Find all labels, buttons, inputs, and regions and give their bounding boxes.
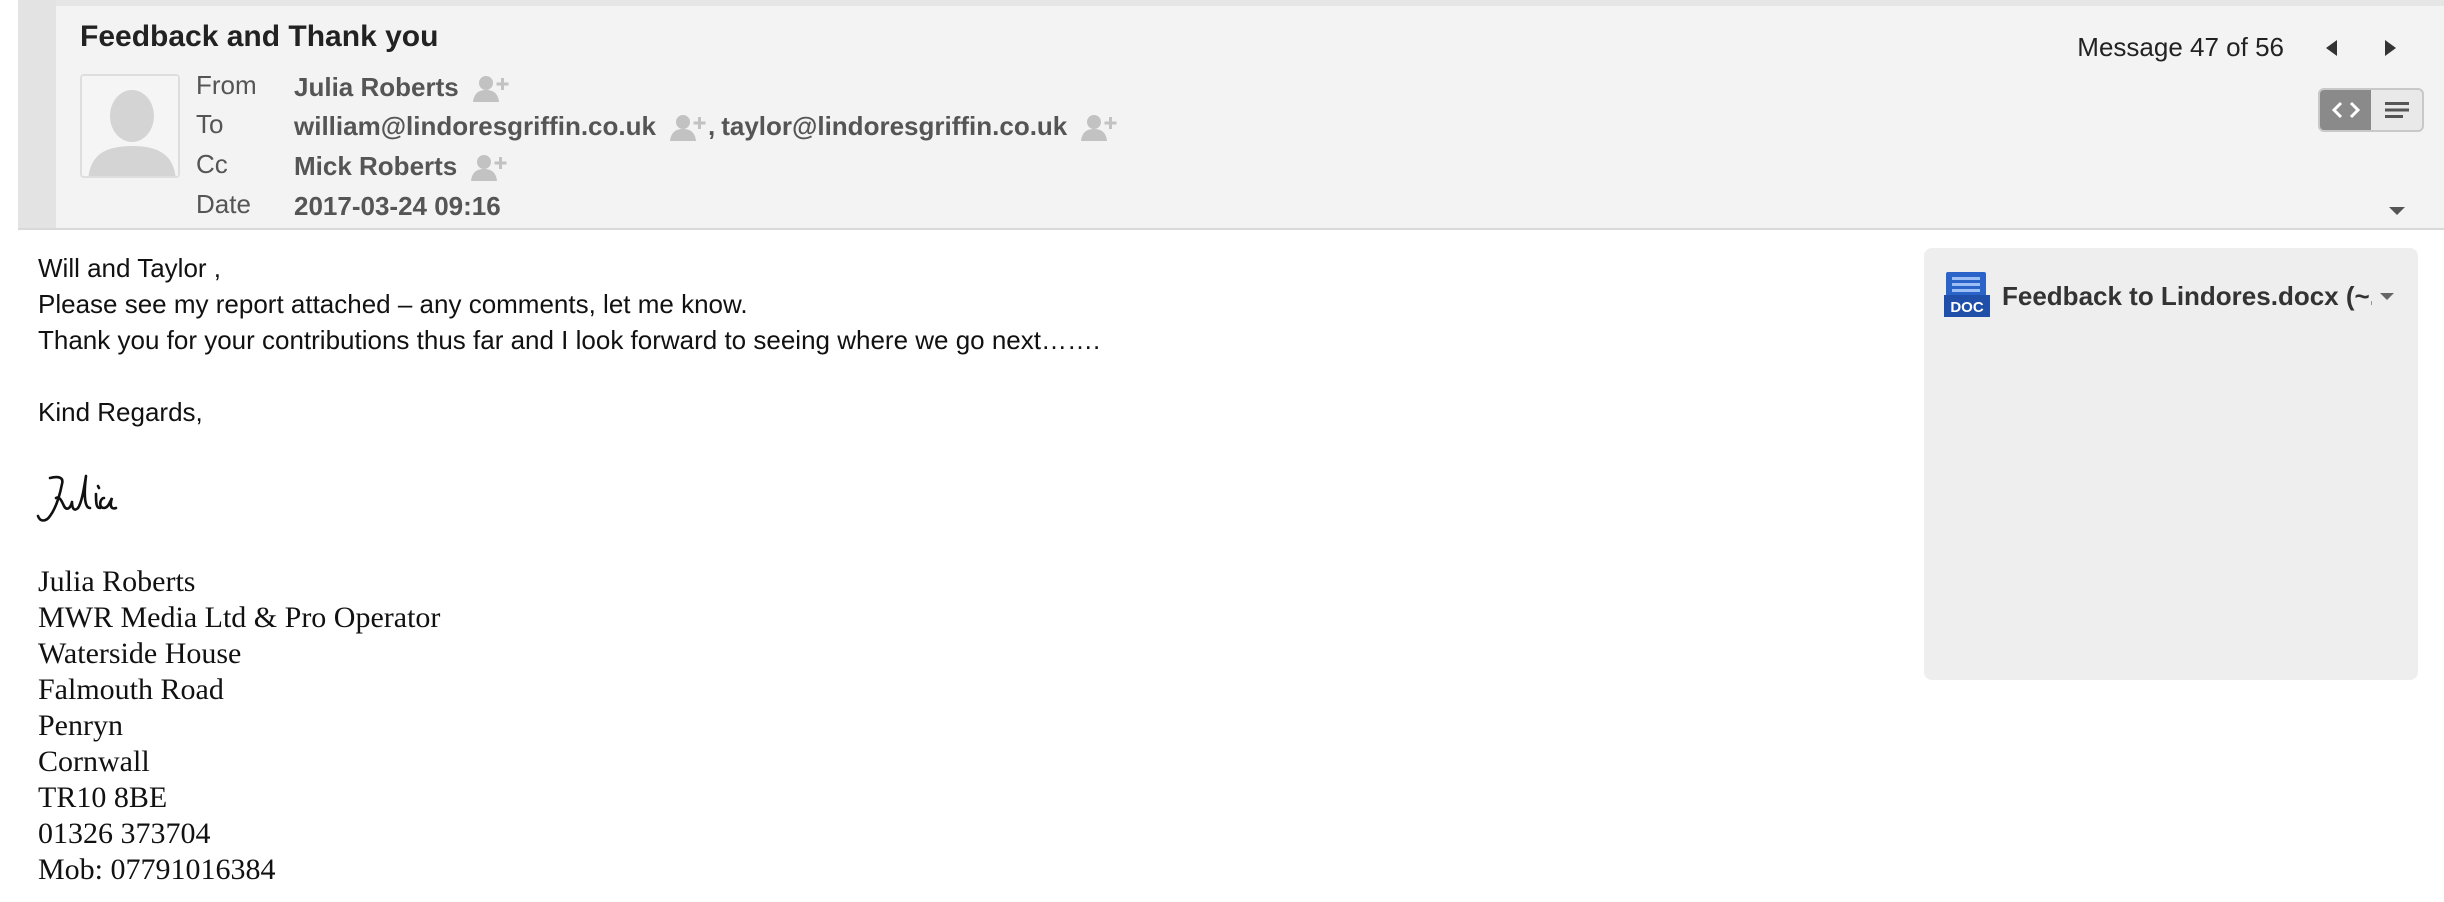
cc-field: Mick Roberts [294, 151, 515, 182]
body-line: Will and Taylor , [38, 253, 222, 283]
to-field: william@lindoresgriffin.co.uk , taylor@l… [294, 111, 1125, 142]
person-add-icon[interactable] [669, 113, 708, 141]
recipient-separator: , [707, 111, 716, 141]
message-subject: Feedback and Thank you [80, 20, 439, 53]
signature-line: Cornwall [38, 745, 150, 778]
message-header: Feedback and Thank you From Julia Robert… [18, 0, 2444, 230]
from-value[interactable]: Julia Roberts [294, 72, 459, 103]
to-label: To [196, 109, 224, 139]
handwritten-signature [36, 468, 136, 528]
attachment-name[interactable]: Feedback to Lindores.docx (~... [2002, 281, 2372, 312]
from-label: From [196, 70, 257, 100]
to-recipient-2[interactable]: taylor@lindoresgriffin.co.uk [721, 111, 1067, 142]
signature-line: Mob: 07791016384 [38, 853, 276, 886]
attachments-panel: DOC Feedback to Lindores.docx (~... [1924, 248, 2418, 680]
signature-line: Waterside House [38, 637, 242, 670]
signature-block: Julia Roberts MWR Media Ltd & Pro Operat… [38, 564, 440, 888]
signature-line: 01326 373704 [38, 817, 211, 850]
chevron-down-icon[interactable] [2386, 204, 2408, 218]
date-value: 2017-03-24 09:16 [294, 191, 501, 221]
person-add-icon[interactable] [472, 74, 511, 102]
message-body: Will and Taylor , Please see my report a… [38, 250, 1100, 430]
header-left-bar [18, 0, 56, 228]
signature-line: Julia Roberts [38, 565, 196, 598]
signature-line: TR10 8BE [38, 781, 168, 814]
cc-value[interactable]: Mick Roberts [294, 151, 457, 182]
signature-line: Penryn [38, 709, 123, 742]
view-toggle [2318, 88, 2424, 132]
arrow-right-icon[interactable] [2378, 36, 2402, 60]
left-margin [0, 0, 18, 902]
message-counter: Message 47 of 56 [2077, 32, 2284, 62]
doc-icon-label: DOC [1950, 299, 1984, 316]
closing-line: Kind Regards, [38, 397, 203, 427]
arrow-left-icon[interactable] [2320, 36, 2344, 60]
signature-line: MWR Media Ltd & Pro Operator [38, 601, 441, 634]
code-view-icon[interactable] [2320, 90, 2371, 130]
to-recipient-1[interactable]: william@lindoresgriffin.co.uk [294, 111, 656, 142]
cc-label: Cc [196, 149, 228, 179]
body-line: Thank you for your contributions thus fa… [38, 325, 1101, 355]
chevron-down-icon[interactable] [2378, 290, 2396, 302]
date-label: Date [196, 189, 251, 219]
person-add-icon[interactable] [1081, 113, 1119, 141]
attachment-item[interactable]: DOC Feedback to Lindores.docx (~... [1944, 268, 2402, 324]
signature-line: Falmouth Road [38, 673, 224, 706]
text-view-icon[interactable] [2371, 90, 2422, 130]
person-add-icon[interactable] [471, 153, 509, 181]
body-line: Please see my report attached – any comm… [38, 289, 748, 319]
from-field: Julia Roberts [294, 72, 517, 103]
doc-file-icon: DOC [1944, 272, 1990, 320]
sender-avatar [80, 74, 180, 178]
